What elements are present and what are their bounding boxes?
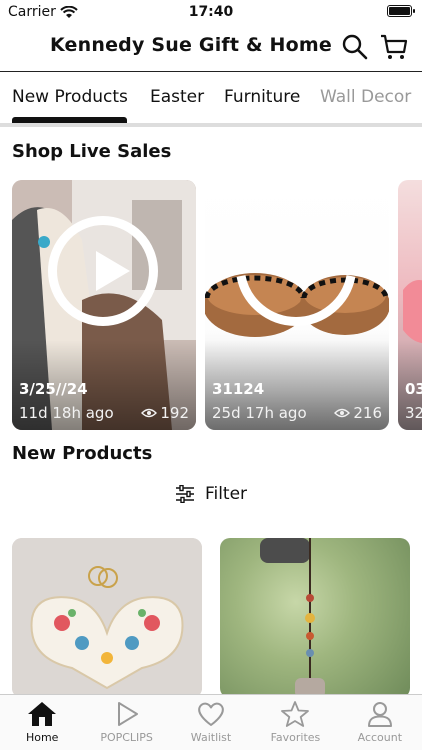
battery-icon xyxy=(387,5,415,17)
heart-icon xyxy=(198,702,224,726)
cart-icon[interactable] xyxy=(380,33,408,61)
star-icon xyxy=(281,701,310,727)
product-card[interactable] xyxy=(12,538,202,698)
nav-favorites-label: Favorites xyxy=(270,731,321,744)
filter-icon xyxy=(175,485,194,503)
view-count-value: 216 xyxy=(353,404,382,422)
nav-account-label: Account xyxy=(357,731,403,744)
live-sales-heading: Shop Live Sales xyxy=(12,141,172,162)
tab-divider xyxy=(0,123,422,127)
live-sale-title: 3/25//24 xyxy=(19,380,88,398)
home-icon xyxy=(28,702,57,726)
bottom-nav: Home POPCLIPS Waitlist Favorites Account xyxy=(0,694,422,750)
live-sales-carousel[interactable]: 3/25//24 11d 18h ago 192 31124 25d 17h a… xyxy=(12,180,422,431)
status-bar: Carrier 17:40 xyxy=(0,0,422,24)
nav-waitlist[interactable]: Waitlist xyxy=(169,695,253,750)
tab-furniture[interactable]: Furniture xyxy=(224,87,300,107)
live-sale-title: 31124 xyxy=(212,380,265,398)
play-outline-icon xyxy=(117,702,138,726)
nav-account[interactable]: Account xyxy=(338,695,422,750)
nav-home-label: Home xyxy=(25,731,59,744)
app-header: Kennedy Sue Gift & Home xyxy=(0,24,422,72)
category-tabs: New Products Easter Furniture Wall Decor xyxy=(0,73,422,125)
live-sale-title: 03 xyxy=(405,380,422,398)
play-icon xyxy=(96,251,130,291)
live-sale-card[interactable]: 03 32 xyxy=(398,180,422,430)
tab-new-products[interactable]: New Products xyxy=(12,87,128,107)
view-count: 192 xyxy=(141,404,189,422)
view-count-value: 192 xyxy=(160,404,189,422)
nav-popclips[interactable]: POPCLIPS xyxy=(84,695,168,750)
live-sale-time: 11d 18h ago xyxy=(19,404,114,422)
filter-label: Filter xyxy=(204,484,248,504)
view-count: 216 xyxy=(334,404,382,422)
live-sale-card[interactable]: 3/25//24 11d 18h ago 192 xyxy=(12,180,196,430)
store-title: Kennedy Sue Gift & Home xyxy=(49,34,332,56)
live-sale-time: 25d 17h ago xyxy=(212,404,307,422)
live-sale-card[interactable]: 31124 25d 17h ago 216 xyxy=(205,180,389,430)
new-products-heading: New Products xyxy=(12,443,153,464)
tab-wall-decor[interactable]: Wall Decor xyxy=(320,87,411,107)
eye-icon xyxy=(141,408,158,418)
nav-favorites[interactable]: Favorites xyxy=(253,695,337,750)
search-icon[interactable] xyxy=(341,33,369,61)
tab-easter[interactable]: Easter xyxy=(150,87,204,107)
nav-home[interactable]: Home xyxy=(0,695,84,750)
nav-popclips-label: POPCLIPS xyxy=(100,731,153,744)
person-icon xyxy=(367,702,392,727)
play-button[interactable] xyxy=(48,216,158,326)
filter-button[interactable]: Filter xyxy=(0,484,422,504)
nav-waitlist-label: Waitlist xyxy=(190,731,232,744)
product-image xyxy=(260,538,325,698)
product-image xyxy=(12,538,202,698)
view-count-value: 32 xyxy=(405,404,422,422)
clock: 17:40 xyxy=(188,4,234,20)
eye-icon xyxy=(334,408,351,418)
product-card[interactable] xyxy=(220,538,410,698)
